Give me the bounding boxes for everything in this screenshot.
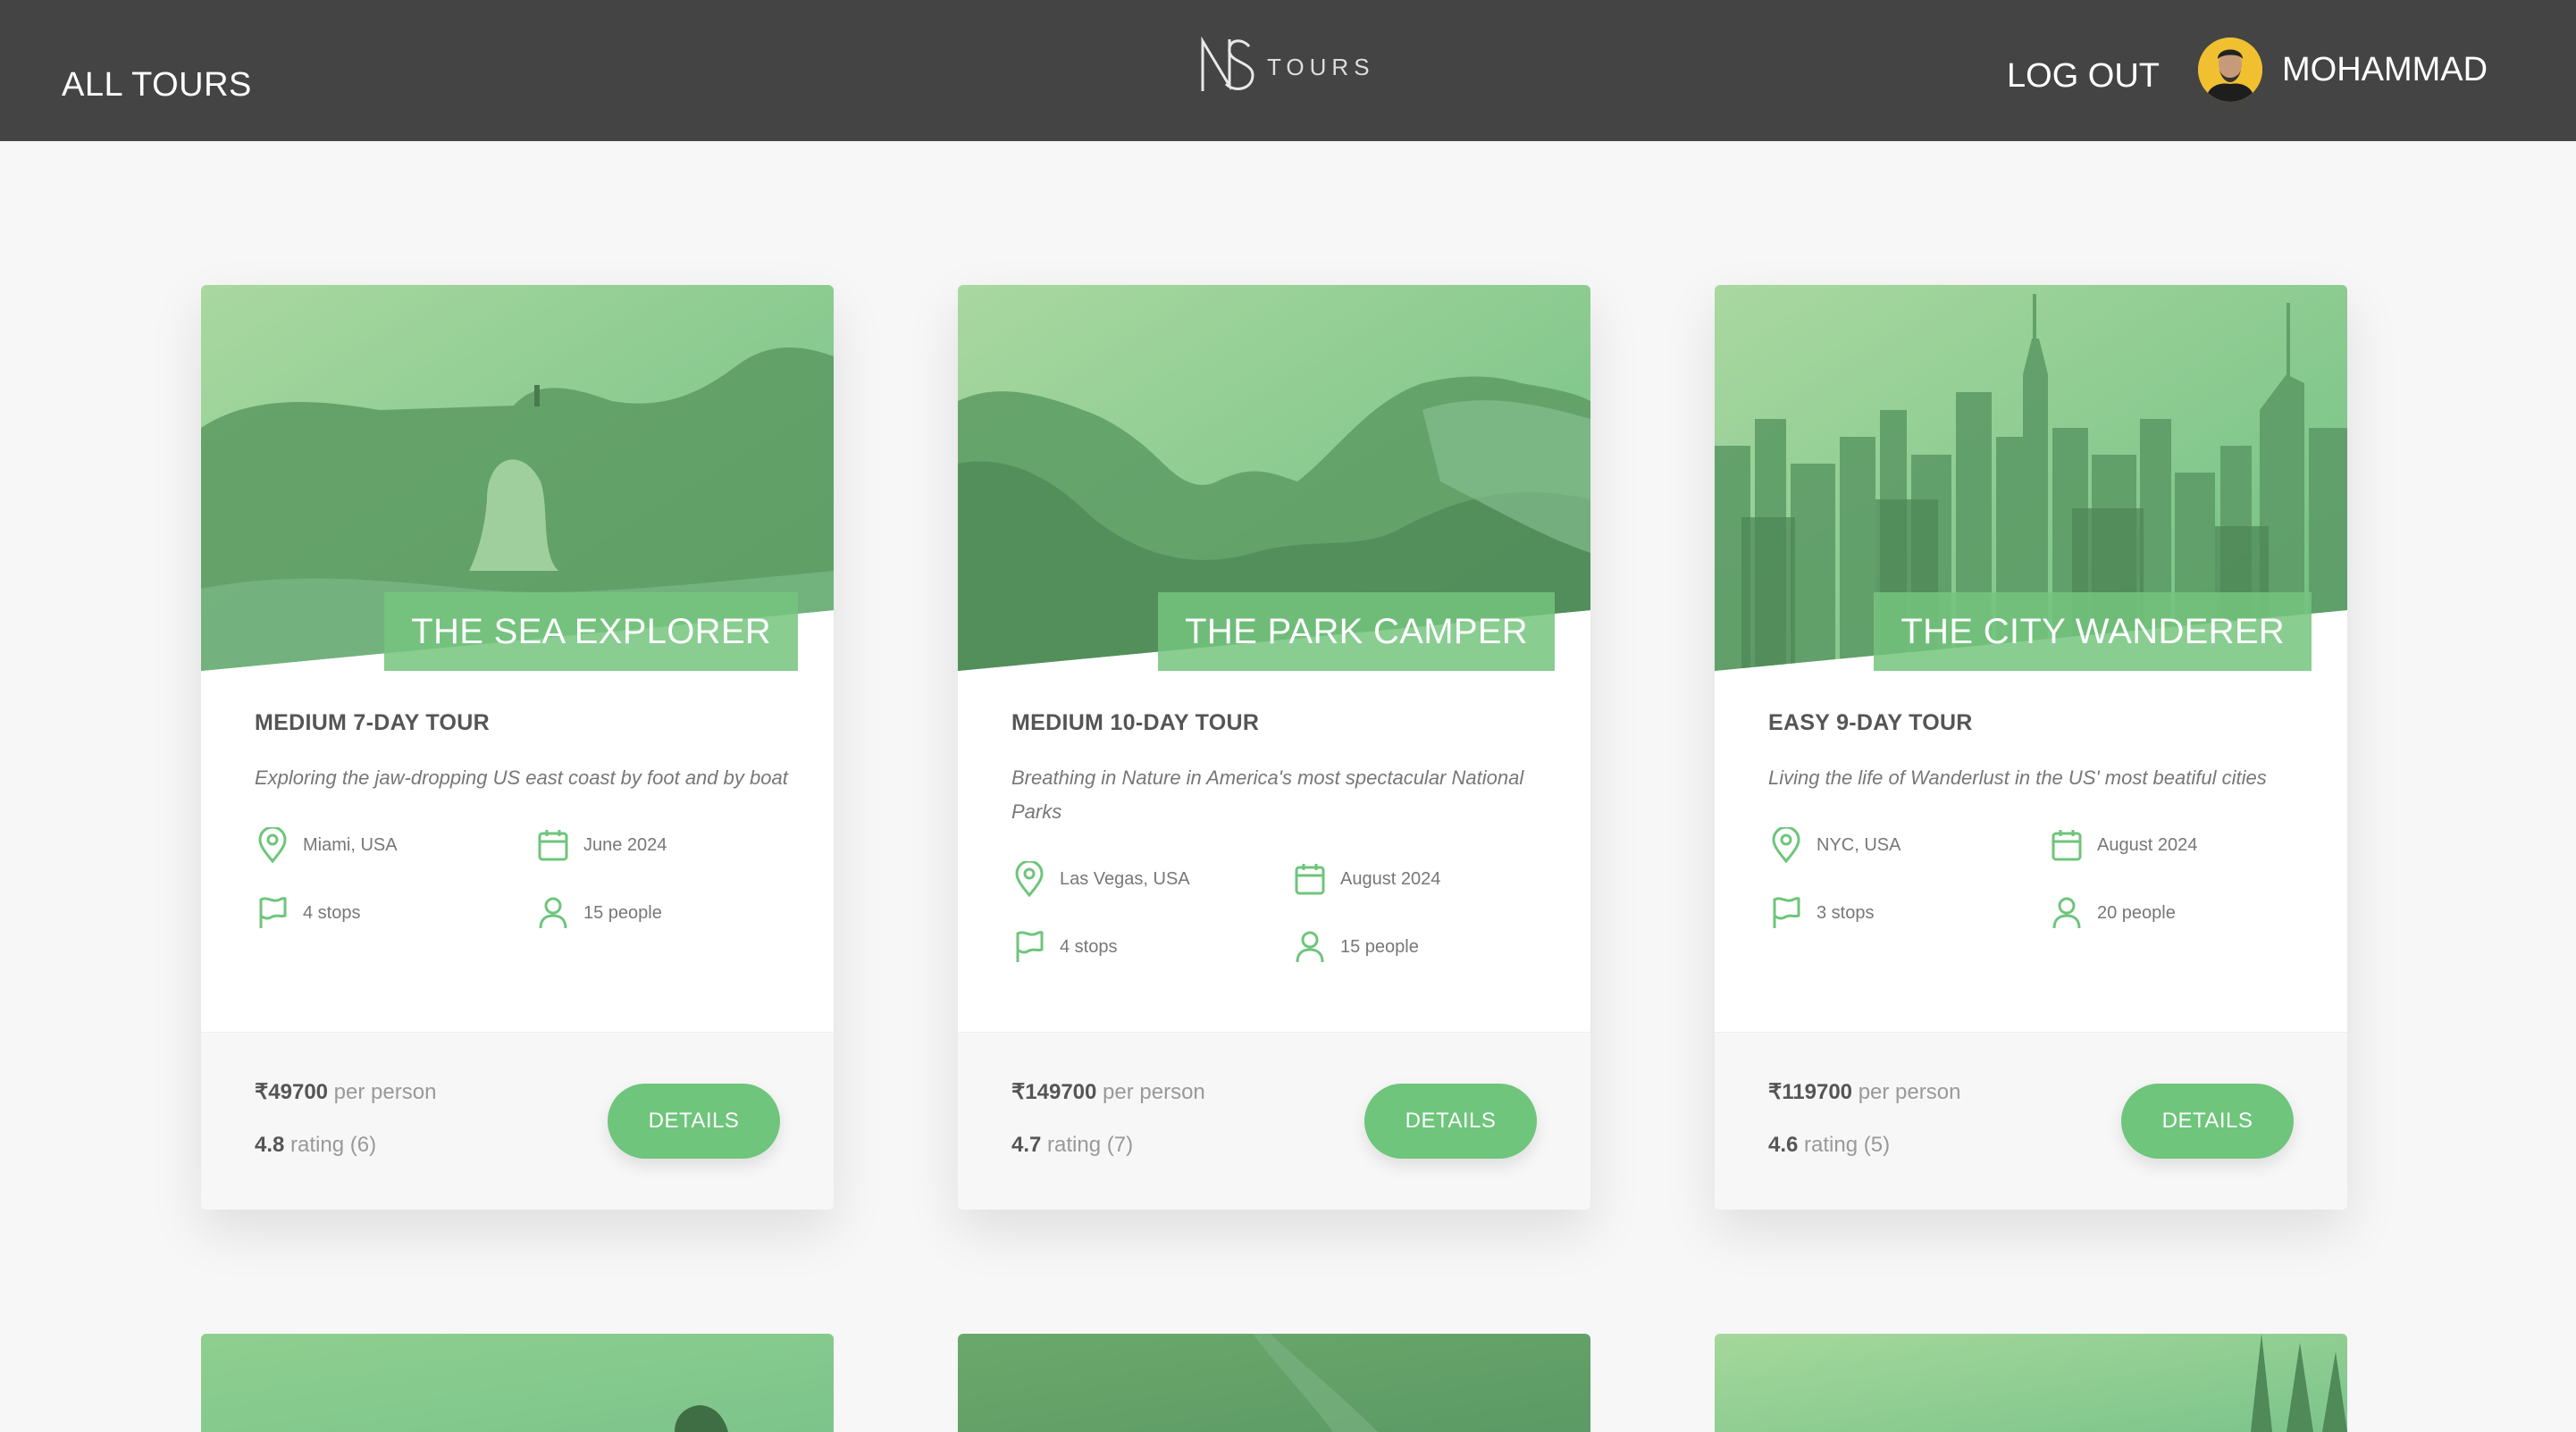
flag-icon: [1011, 929, 1047, 965]
tour-difficulty: EASY 9-DAY TOUR: [1768, 710, 1973, 735]
flag-icon: [255, 895, 290, 931]
user-profile[interactable]: MOHAMMAD: [2198, 38, 2488, 102]
details-button[interactable]: DETAILS: [1364, 1084, 1537, 1159]
tour-card: THE CITY WANDERER EASY 9-DAY TOUR Living…: [1715, 285, 2347, 1210]
meta-stops: 4 stops: [255, 895, 535, 931]
flag-icon: [1768, 895, 1804, 931]
rating-value: 4.6: [1768, 1133, 1799, 1157]
price-suffix: per person: [1096, 1080, 1205, 1104]
price-value: ₹119700: [1768, 1080, 1853, 1104]
tour-meta: Miami, USA June 2024 4 stops 15 people: [255, 827, 791, 931]
all-tours-link[interactable]: ALL TOURS: [62, 66, 252, 105]
card-details: EASY 9-DAY TOUR Living the life of Wande…: [1768, 710, 2304, 931]
logo[interactable]: TOURS: [1197, 34, 1375, 95]
tour-title: THE SEA EXPLORER: [411, 611, 771, 651]
meta-date: August 2024: [2049, 827, 2304, 863]
price-value: ₹49700: [255, 1080, 329, 1104]
logo-text: TOURS: [1267, 53, 1375, 80]
logo-mark-icon: [1201, 36, 1254, 91]
tour-difficulty: MEDIUM 10-DAY TOUR: [1011, 710, 1260, 735]
calendar-icon: [2049, 827, 2085, 863]
meta-stops: 4 stops: [1011, 929, 1292, 965]
meta-people: 15 people: [535, 895, 791, 931]
tour-summary: Breathing in Nature in America's most sp…: [1011, 766, 1524, 823]
tour-card-image-partial: [201, 1334, 834, 1432]
tour-title: THE PARK CAMPER: [1185, 611, 1528, 651]
date-text: August 2024: [2097, 834, 2198, 855]
stops-text: 4 stops: [303, 902, 361, 923]
map-pin-icon: [255, 827, 290, 863]
people-text: 15 people: [1340, 936, 1419, 957]
date-text: June 2024: [583, 834, 667, 855]
price-suffix: per person: [328, 1080, 437, 1104]
price: ₹49700 per person: [255, 1079, 436, 1105]
rating-suffix: rating (7): [1041, 1133, 1134, 1157]
date-text: August 2024: [1340, 868, 1441, 889]
meta-location: Miami, USA: [255, 827, 535, 863]
meta-location: NYC, USA: [1768, 827, 2049, 863]
rating: 4.7 rating (7): [1011, 1133, 1133, 1158]
tour-title-badge: THE SEA EXPLORER: [384, 592, 798, 671]
location-text: NYC, USA: [1817, 834, 1901, 855]
tour-title-badge: THE CITY WANDERER: [1874, 592, 2312, 671]
tour-meta: Las Vegas, USA August 2024 4 stops 15 pe…: [1011, 861, 1548, 965]
tour-title-badge: THE PARK CAMPER: [1158, 592, 1555, 671]
tour-card: THE PARK CAMPER MEDIUM 10-DAY TOUR Breat…: [958, 285, 1590, 1210]
tour-title: THE CITY WANDERER: [1901, 611, 2285, 651]
meta-people: 15 people: [1292, 929, 1548, 965]
stops-text: 4 stops: [1060, 936, 1118, 957]
calendar-icon: [1292, 861, 1328, 897]
meta-location: Las Vegas, USA: [1011, 861, 1292, 897]
tour-summary: Exploring the jaw-dropping US east coast…: [255, 766, 788, 789]
user-icon: [2049, 895, 2085, 931]
tour-card: THE SEA EXPLORER MEDIUM 7-DAY TOUR Explo…: [201, 285, 834, 1210]
map-pin-icon: [1768, 827, 1804, 863]
details-button[interactable]: DETAILS: [608, 1084, 780, 1159]
card-details: MEDIUM 7-DAY TOUR Exploring the jaw-drop…: [255, 710, 791, 931]
rating: 4.6 rating (5): [1768, 1133, 1890, 1158]
card-footer: ₹119700 per person 4.6 rating (5) DETAIL…: [1715, 1032, 2347, 1210]
map-pin-icon: [1011, 861, 1047, 897]
calendar-icon: [535, 827, 571, 863]
location-text: Las Vegas, USA: [1060, 868, 1190, 889]
rating-value: 4.8: [255, 1133, 285, 1157]
meta-stops: 3 stops: [1768, 895, 2049, 931]
meta-date: June 2024: [535, 827, 791, 863]
price-suffix: per person: [1852, 1080, 1961, 1104]
price: ₹149700 per person: [1011, 1079, 1205, 1105]
tour-card-image-partial: [1715, 1334, 2347, 1432]
avatar[interactable]: [2198, 38, 2262, 102]
rating-suffix: rating (5): [1798, 1133, 1891, 1157]
rating-suffix: rating (6): [284, 1133, 377, 1157]
user-icon: [1292, 929, 1328, 965]
logout-button[interactable]: LOG OUT: [2007, 57, 2160, 96]
card-details: MEDIUM 10-DAY TOUR Breathing in Nature i…: [1011, 710, 1548, 965]
details-button[interactable]: DETAILS: [2121, 1084, 2294, 1159]
tour-meta: NYC, USA August 2024 3 stops 20 people: [1768, 827, 2304, 931]
user-name: MOHAMMAD: [2282, 50, 2488, 88]
tour-difficulty: MEDIUM 7-DAY TOUR: [255, 710, 491, 735]
tour-card-image-partial: [958, 1334, 1590, 1432]
user-icon: [535, 895, 571, 931]
rating: 4.8 rating (6): [255, 1133, 376, 1158]
meta-date: August 2024: [1292, 861, 1548, 897]
rating-value: 4.7: [1011, 1133, 1042, 1157]
people-text: 20 people: [2097, 902, 2176, 923]
location-text: Miami, USA: [303, 834, 398, 855]
price: ₹119700 per person: [1768, 1079, 1960, 1105]
meta-people: 20 people: [2049, 895, 2304, 931]
tour-summary: Living the life of Wanderlust in the US'…: [1768, 766, 2267, 789]
people-text: 15 people: [583, 902, 662, 923]
card-footer: ₹49700 per person 4.8 rating (6) DETAILS: [201, 1032, 834, 1210]
price-value: ₹149700: [1011, 1080, 1097, 1104]
stops-text: 3 stops: [1817, 902, 1875, 923]
site-header: ALL TOURS TOURS LOG OUT MOHAMMAD: [0, 0, 2576, 141]
card-footer: ₹149700 per person 4.7 rating (7) DETAIL…: [958, 1032, 1590, 1210]
